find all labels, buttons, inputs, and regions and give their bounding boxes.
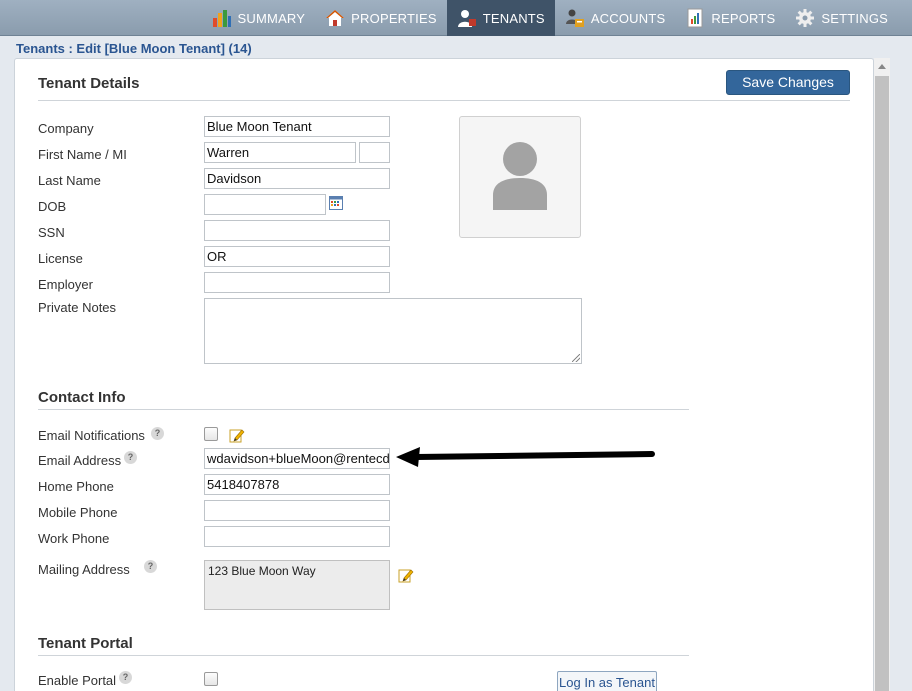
home-phone-input[interactable]: 5418407878 — [204, 474, 390, 495]
email-notifications-checkbox[interactable] — [204, 427, 218, 441]
gear-icon — [795, 8, 815, 28]
reports-icon — [685, 8, 705, 28]
email-notifications-label: Email Notifications — [38, 428, 145, 443]
house-icon — [325, 8, 345, 28]
log-in-as-tenant-button[interactable]: Log In as Tenant — [557, 671, 657, 691]
user-silhouette-icon — [493, 142, 547, 210]
scroll-up-arrow-icon[interactable] — [878, 64, 886, 69]
top-nav-bar: SUMMARY PROPERTIES TENANTS ACCOUNTS REPO… — [0, 0, 912, 36]
help-icon[interactable]: ? — [124, 451, 137, 464]
tenant-portal-heading: Tenant Portal — [38, 635, 133, 652]
home-phone-label: Home Phone — [38, 479, 114, 494]
edit-pencil-icon[interactable] — [229, 427, 245, 443]
private-notes-textarea[interactable] — [204, 298, 582, 364]
nav-summary-label: SUMMARY — [237, 10, 306, 26]
employer-label: Employer — [38, 277, 93, 292]
company-input[interactable]: Blue Moon Tenant — [204, 116, 390, 137]
nav-accounts[interactable]: ACCOUNTS — [555, 0, 676, 36]
section-divider — [38, 409, 689, 410]
license-label: License — [38, 251, 83, 266]
nav-properties-label: PROPERTIES — [351, 10, 437, 26]
help-icon[interactable]: ? — [144, 560, 157, 573]
enable-portal-checkbox[interactable] — [204, 672, 218, 686]
nav-tenants[interactable]: TENANTS — [446, 0, 555, 36]
work-phone-label: Work Phone — [38, 531, 110, 546]
breadcrumb: Tenants : Edit [Blue Moon Tenant] (14) — [16, 41, 252, 56]
save-changes-button[interactable]: Save Changes — [726, 70, 850, 95]
contact-info-heading: Contact Info — [38, 389, 126, 406]
private-notes-label: Private Notes — [38, 300, 117, 315]
first-name-input[interactable]: Warren — [204, 142, 356, 163]
first-name-label: First Name / MI — [38, 147, 127, 162]
tenant-details-heading: Tenant Details — [38, 75, 140, 92]
company-label: Company — [38, 121, 94, 136]
nav-tenants-label: TENANTS — [482, 10, 545, 26]
mailing-address-box: 123 Blue Moon Way — [204, 560, 390, 610]
license-input[interactable]: OR — [204, 246, 390, 267]
mobile-phone-input[interactable] — [204, 500, 390, 521]
ssn-label: SSN — [38, 225, 65, 240]
edit-pencil-icon[interactable] — [398, 567, 414, 583]
vertical-scrollbar[interactable] — [874, 58, 890, 691]
mobile-phone-label: Mobile Phone — [38, 505, 118, 520]
tenant-edit-panel — [14, 58, 874, 691]
dob-label: DOB — [38, 199, 67, 214]
nav-reports[interactable]: REPORTS — [675, 0, 785, 36]
bar-chart-icon — [212, 8, 232, 28]
last-name-input[interactable]: Davidson — [204, 168, 390, 189]
enable-portal-label: Enable Portal — [38, 673, 117, 688]
work-phone-input[interactable] — [204, 526, 390, 547]
nav-settings[interactable]: SETTINGS — [785, 0, 898, 36]
tenant-photo[interactable] — [459, 116, 581, 238]
last-name-label: Last Name — [38, 173, 101, 188]
scrollbar-thumb[interactable] — [875, 76, 889, 691]
dob-input[interactable] — [204, 194, 326, 215]
email-address-label: Email Address — [38, 453, 122, 468]
nav-accounts-label: ACCOUNTS — [590, 10, 666, 26]
email-address-input[interactable]: wdavidson+blueMoon@rentecdirect.com — [204, 448, 390, 469]
nav-reports-label: REPORTS — [711, 10, 776, 26]
section-divider — [38, 655, 689, 656]
ssn-input[interactable] — [204, 220, 390, 241]
section-divider — [38, 100, 850, 101]
arrow-annotation-icon — [396, 447, 655, 467]
middle-initial-input[interactable] — [359, 142, 390, 163]
nav-settings-label: SETTINGS — [821, 10, 888, 26]
help-icon[interactable]: ? — [151, 427, 164, 440]
nav-properties[interactable]: PROPERTIES — [315, 0, 447, 36]
nav-summary[interactable]: SUMMARY — [202, 0, 316, 36]
resize-handle-icon[interactable] — [572, 354, 580, 362]
help-icon[interactable]: ? — [119, 671, 132, 684]
calendar-icon[interactable] — [329, 196, 343, 210]
mailing-address-label: Mailing Address — [38, 562, 130, 577]
employer-input[interactable] — [204, 272, 390, 293]
main-nav: SUMMARY PROPERTIES TENANTS ACCOUNTS REPO… — [202, 0, 898, 36]
accounts-icon — [565, 8, 585, 28]
tenants-icon — [457, 8, 477, 28]
